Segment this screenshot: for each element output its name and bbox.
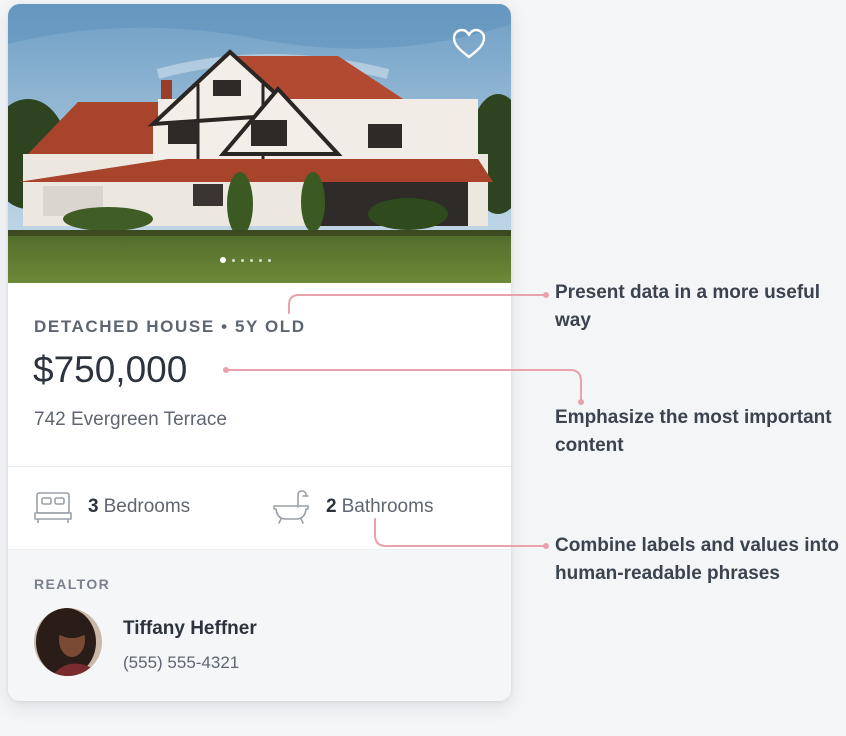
- bedrooms-feature: 3 Bedrooms: [34, 487, 190, 527]
- bathrooms-count: 2: [326, 496, 337, 517]
- realtor-phone[interactable]: (555) 555-4321: [123, 653, 239, 673]
- carousel-dot[interactable]: [220, 257, 226, 263]
- realtor-avatar[interactable]: [34, 608, 102, 676]
- annotation-present-data: Present data in a more useful way: [555, 282, 821, 331]
- annotation-dot: [543, 543, 549, 549]
- listing-card[interactable]: DETACHED HOUSE • 5Y OLD $750,000 742 Eve…: [8, 4, 511, 701]
- carousel-dot[interactable]: [250, 258, 253, 262]
- listing-price: $750,000: [33, 349, 188, 390]
- bathrooms-label: Bathrooms: [341, 496, 434, 517]
- photo-carousel-dots[interactable]: [220, 256, 271, 264]
- realtor-section[interactable]: REALTOR Tiffany Heffner (555) 555-4321: [8, 549, 511, 701]
- bedrooms-count: 3: [88, 496, 99, 517]
- bathtub-icon: [273, 490, 309, 524]
- realtor-photo-image: [34, 608, 102, 676]
- realtor-name: Tiffany Heffner: [123, 618, 257, 639]
- favorite-heart-icon[interactable]: [452, 28, 486, 60]
- listing-summary: DETACHED HOUSE • 5Y OLD $750,000 742 Eve…: [8, 283, 511, 467]
- carousel-dot[interactable]: [232, 258, 235, 262]
- house-photo-image: [8, 4, 511, 283]
- bedrooms-label: Bedrooms: [103, 496, 191, 517]
- bathrooms-feature: 2 Bathrooms: [272, 487, 433, 527]
- bed-icon: [34, 492, 72, 523]
- annotation-combine-labels: Combine labels and values into human-rea…: [555, 535, 840, 584]
- annotation-emphasize: Emphasize the most important content: [555, 407, 832, 456]
- listing-address: 742 Evergreen Terrace: [34, 409, 227, 430]
- carousel-dot[interactable]: [268, 258, 271, 262]
- listing-photo[interactable]: [8, 4, 511, 283]
- realtor-section-label: REALTOR: [34, 576, 111, 592]
- property-category: DETACHED HOUSE • 5Y OLD: [34, 317, 306, 336]
- listing-features: 3 Bedrooms 2 Bathrooms: [8, 467, 511, 549]
- carousel-dot[interactable]: [241, 258, 244, 262]
- carousel-dot[interactable]: [259, 258, 262, 262]
- annotation-dot: [543, 292, 549, 298]
